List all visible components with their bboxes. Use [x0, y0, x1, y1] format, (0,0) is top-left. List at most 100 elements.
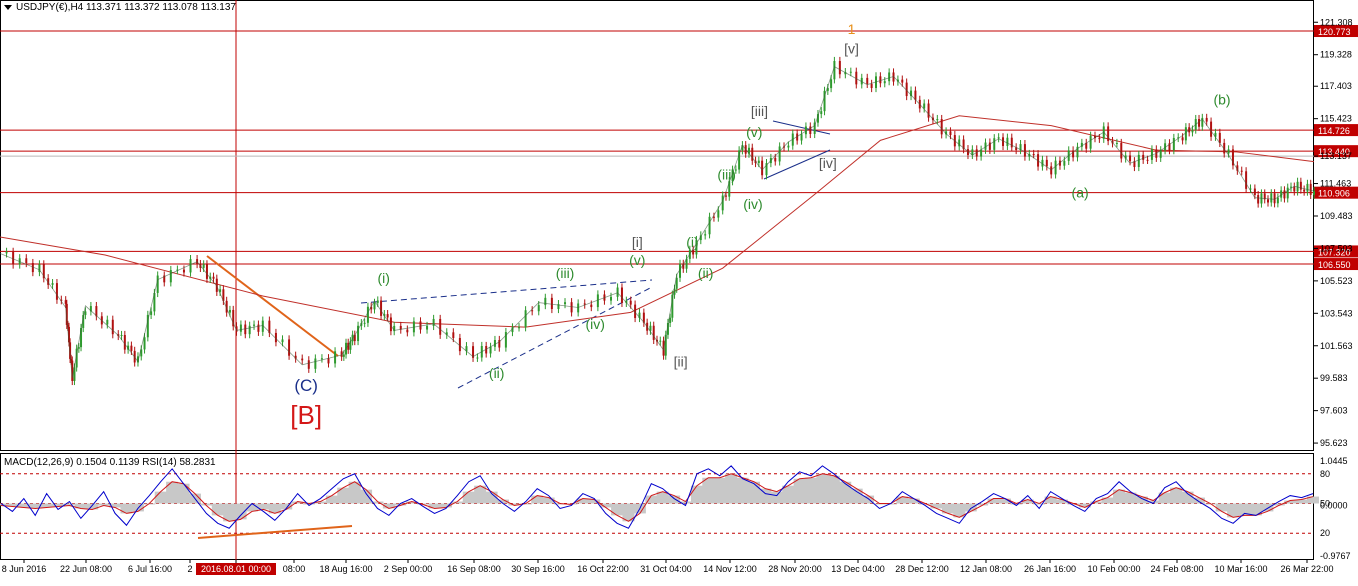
candle-body [51, 283, 54, 285]
candle-body [5, 251, 8, 254]
macd-histogram-bar [1215, 503, 1228, 512]
candle-body [1283, 190, 1286, 199]
macd-histogram-bar [930, 503, 943, 509]
candle-body [761, 160, 764, 176]
wave-label-4: (iii) [556, 265, 575, 281]
candle-body [150, 311, 153, 315]
candle-body [1006, 137, 1009, 146]
candle-body [182, 269, 185, 273]
wave-label-8: [ii] [674, 353, 688, 369]
wave-label-13: (v) [746, 124, 762, 140]
macd-histogram-bar [805, 477, 818, 504]
candle-body [314, 358, 317, 369]
wave-label-1: [B] [290, 400, 322, 430]
candle-body [830, 79, 833, 89]
candle-body [757, 160, 760, 164]
candle-body [1276, 197, 1279, 204]
candle-body [189, 259, 192, 273]
candle-body [721, 195, 724, 211]
x-label-18: 10 Feb 00:00 [1087, 564, 1140, 574]
y-tick-label-12: 97.603 [1320, 406, 1348, 416]
wave-label-16: [v] [844, 41, 859, 57]
indicator-title: MACD(12,26,9) 0.1504 0.1139 RSI(14) 58.2… [4, 457, 216, 468]
candle-body [228, 309, 231, 313]
candle-body [1115, 142, 1118, 144]
x-label-17: 26 Jan 16:00 [1024, 564, 1076, 574]
trendline-upper-channel [360, 279, 653, 304]
x-label-0: 8 Jun 2016 [2, 564, 47, 574]
x-label-2: 6 Jul 16:00 [128, 564, 172, 574]
candle-body [386, 314, 389, 318]
indicator-right-label-0: 1.0445 [1320, 456, 1348, 466]
macd-histogram-bar [1113, 489, 1126, 504]
x-label-19: 24 Feb 08:00 [1150, 564, 1203, 574]
macd-histogram-bar [1101, 497, 1114, 504]
x-label-5: 08:00 [283, 564, 306, 574]
wave-label-3: (ii) [489, 365, 505, 381]
macd-histogram-bar [725, 473, 738, 504]
wave-label-10: (ii) [698, 265, 714, 281]
x-label-16: 12 Jan 08:00 [960, 564, 1012, 574]
x-label-14: 13 Dec 04:00 [831, 564, 885, 574]
candle-body [1129, 155, 1132, 162]
macd-histogram-bar [816, 473, 829, 504]
candle-body [923, 103, 926, 109]
candle-body [327, 358, 330, 364]
macd-histogram-bar [325, 495, 338, 504]
macd-histogram-bar [827, 475, 840, 504]
main-chart-header: USDJPY(€),H4 113.371 113.372 113.078 113… [4, 2, 236, 13]
x-label-9: 30 Sep 16:00 [511, 564, 565, 574]
candle-body [936, 119, 939, 121]
candle-body [1098, 138, 1101, 140]
y-tick-label-4: 113.137 [1320, 151, 1352, 161]
candle-body [373, 302, 376, 310]
candle-body [1227, 149, 1230, 154]
candle-body [342, 354, 345, 357]
candle-body [1205, 117, 1208, 122]
candle-body [993, 138, 996, 150]
candle-body [570, 302, 573, 313]
indicator-trendline [197, 525, 353, 539]
x-label-21: 26 Mar 22:00 [1280, 564, 1333, 574]
wave-label-12: (iv) [743, 196, 762, 212]
candle-body [320, 358, 323, 360]
candle-body [244, 324, 247, 335]
macd-histogram-bar [759, 488, 772, 504]
candle-body [724, 195, 727, 197]
candle-body [901, 79, 904, 83]
wave-label-5: (iv) [586, 316, 605, 332]
macd-histogram-bar [177, 483, 190, 504]
candle-body [334, 351, 337, 364]
candle-body [458, 337, 461, 352]
wave-label-15: [iv] [819, 155, 837, 171]
macd-histogram-bar [690, 485, 703, 504]
candle-body [1286, 187, 1289, 199]
candle-body [130, 345, 133, 351]
candle-body [879, 76, 882, 84]
candle-body [531, 310, 534, 312]
x-label-10: 16 Oct 22:00 [577, 564, 629, 574]
candle-body [202, 264, 205, 268]
candle-body [281, 339, 284, 343]
candle-body [610, 296, 613, 301]
wave-label-2: (i) [377, 270, 389, 286]
dropdown-triangle-icon[interactable] [4, 4, 12, 10]
candle-body [366, 306, 369, 323]
macd-histogram-bar [668, 495, 681, 504]
candle-body [1120, 142, 1123, 159]
macd-histogram-bar [611, 503, 624, 516]
chart-root: USDJPY(€),H4 113.371 113.372 113.078 113… [0, 0, 1358, 581]
candle-body [537, 305, 540, 312]
y-tick-label-10: 101.563 [1320, 341, 1353, 351]
candle-body [1303, 189, 1306, 192]
candle-body [376, 300, 379, 303]
x-label-7: 2 Sep 00:00 [384, 564, 433, 574]
candle-body [1107, 126, 1110, 142]
candle-body [123, 334, 126, 350]
candle-body [406, 329, 409, 333]
candle-body [838, 61, 841, 75]
candle-body [363, 322, 366, 324]
main-chart-title: USDJPY(€),H4 113.371 113.372 113.078 113… [16, 2, 236, 13]
candle-body [1181, 137, 1184, 141]
chart-svg[interactable]: 120.773114.726113.440110.906107.320106.5… [0, 0, 1358, 581]
